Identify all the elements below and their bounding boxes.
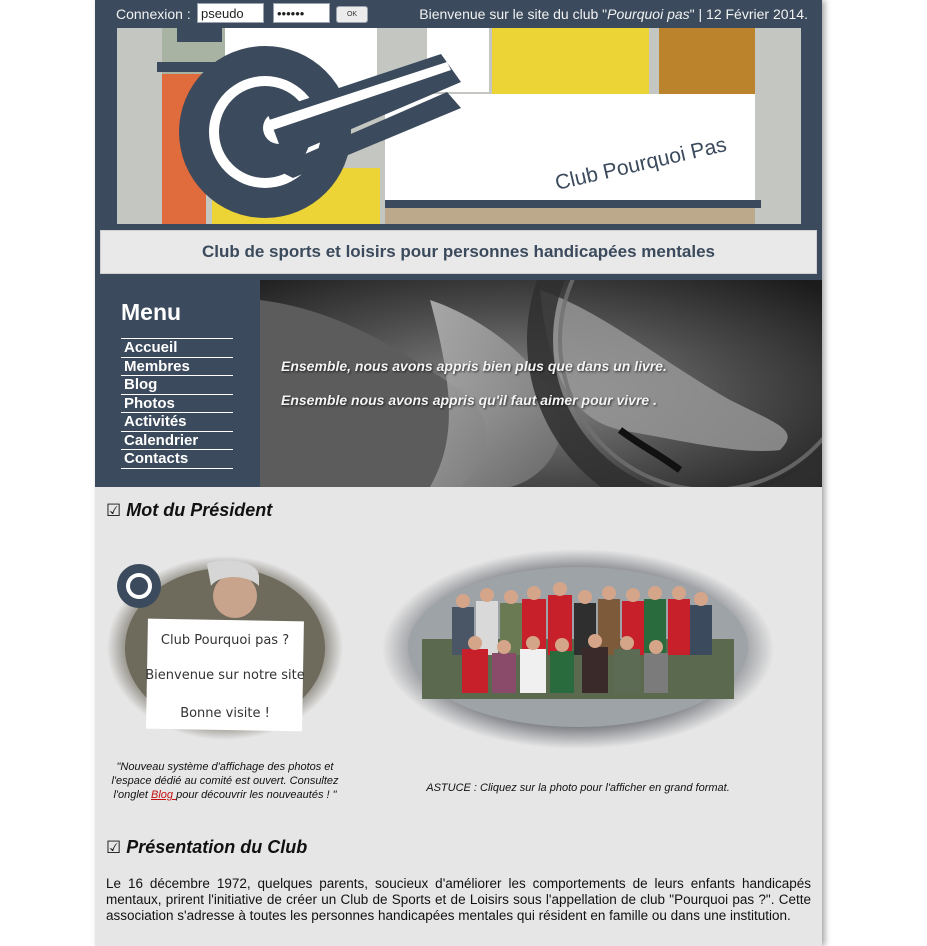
welcome-message: Bienvenue sur le site du club "Pourquoi … <box>419 6 808 22</box>
password-input[interactable] <box>273 3 330 23</box>
menu-item-photos[interactable]: Photos <box>121 393 233 413</box>
group-photo[interactable] <box>382 549 774 749</box>
menu-item-accueil[interactable]: Accueil <box>121 338 233 357</box>
menu-list: Accueil Membres Blog Photos Activités Ca… <box>121 338 233 469</box>
side-menu: Menu Accueil Membres Blog Photos Activit… <box>95 280 260 487</box>
section-title: Mot du Président <box>126 500 273 520</box>
club-banner: Club Pourquoi Pas <box>117 28 801 224</box>
club-presentation-text: Le 16 décembre 1972, quelques parents, s… <box>106 876 811 923</box>
holding-hands-photo <box>260 280 822 487</box>
menu-title: Menu <box>121 299 182 325</box>
menu-item-calendrier[interactable]: Calendrier <box>121 430 233 450</box>
section-heading-club: ☑ Présentation du Club <box>106 837 307 858</box>
page-container: Connexion : OK Bienvenue sur le site du … <box>95 0 822 946</box>
photo-tip-caption: ASTUCE : Cliquez sur la photo pour l'aff… <box>426 782 730 794</box>
president-photo[interactable]: Club Pourquoi pas ? Bienvenue sur notre … <box>107 556 343 741</box>
welcome-club-name: Pourquoi pas <box>607 6 690 22</box>
section-title: Présentation du Club <box>126 837 308 857</box>
checkbox-icon: ☑ <box>106 501 122 520</box>
menu-item-contacts[interactable]: Contacts <box>121 449 233 469</box>
login-ok-button[interactable]: OK <box>336 6 368 23</box>
login-label: Connexion : <box>116 6 191 22</box>
menu-item-blog[interactable]: Blog <box>121 375 233 394</box>
sign-line-2: Bienvenue sur notre site <box>145 668 305 683</box>
checkbox-icon: ☑ <box>106 838 122 857</box>
news-caption: "Nouveau système d'affichage des photos … <box>111 761 339 801</box>
header-bar: Connexion : OK Bienvenue sur le site du … <box>95 0 822 230</box>
hero-image: Ensemble, nous avons appris bien plus qu… <box>260 280 822 487</box>
pseudo-input[interactable] <box>197 3 264 23</box>
menu-item-membres[interactable]: Membres <box>121 356 233 376</box>
sign-line-1: Club Pourquoi pas ? <box>161 633 289 648</box>
site-tagline: Club de sports et loisirs pour personnes… <box>100 230 817 274</box>
sign-line-3: Bonne visite ! <box>180 706 270 721</box>
hero-quote-2: Ensemble nous avons appris qu'il faut ai… <box>281 392 657 408</box>
menu-item-activites[interactable]: Activités <box>121 412 233 431</box>
section-heading-president: ☑ Mot du Président <box>106 500 272 521</box>
blog-link[interactable]: Blog <box>151 789 176 801</box>
hero-quote-1: Ensemble, nous avons appris bien plus qu… <box>281 358 667 374</box>
club-logo-graphic: Club Pourquoi Pas <box>117 28 801 224</box>
